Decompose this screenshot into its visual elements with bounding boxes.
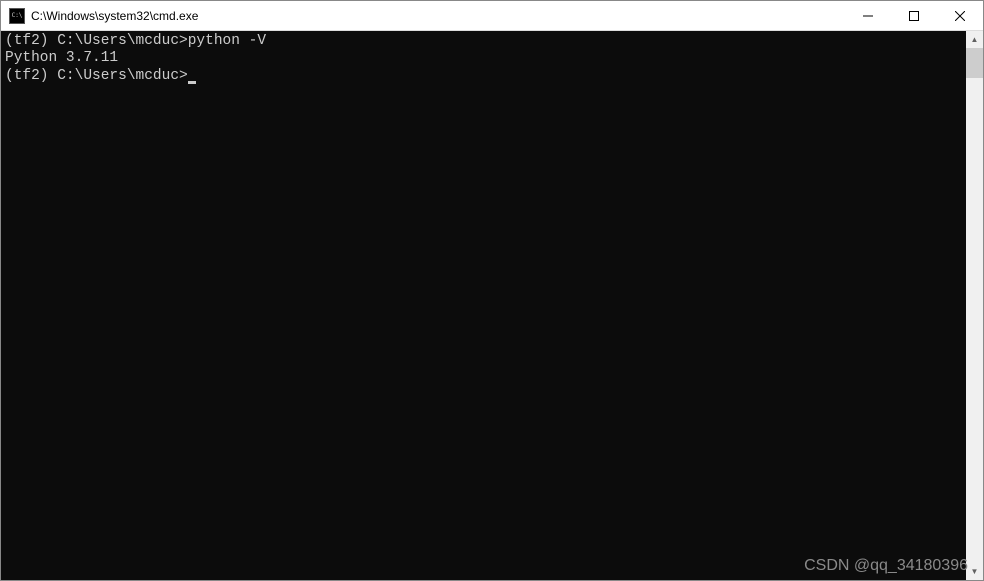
chevron-down-icon: ▼ [971,567,979,576]
titlebar[interactable]: C:\ C:\Windows\system32\cmd.exe [1,1,983,31]
minimize-icon [863,11,873,21]
cmd-window: C:\ C:\Windows\system32\cmd.exe (tf2) C:… [0,0,984,581]
prompt: (tf2) C:\Users\mcduc> [5,68,188,84]
cursor [188,81,196,84]
command-text: python -V [188,33,266,49]
scroll-thumb[interactable] [966,48,983,78]
chevron-up-icon: ▲ [971,35,979,44]
terminal-output[interactable]: (tf2) C:\Users\mcduc>python -VPython 3.7… [1,31,966,580]
terminal-line: Python 3.7.11 [5,50,962,67]
minimize-button[interactable] [845,1,891,30]
terminal-line: (tf2) C:\Users\mcduc>python -V [5,33,962,50]
cmd-icon: C:\ [9,8,25,24]
maximize-button[interactable] [891,1,937,30]
scroll-up-button[interactable]: ▲ [966,31,983,48]
window-title: C:\Windows\system32\cmd.exe [31,9,845,23]
close-icon [955,11,965,21]
window-controls [845,1,983,30]
prompt: (tf2) C:\Users\mcduc> [5,33,188,49]
content-area: (tf2) C:\Users\mcduc>python -VPython 3.7… [1,31,983,580]
maximize-icon [909,11,919,21]
scroll-down-button[interactable]: ▼ [966,563,983,580]
close-button[interactable] [937,1,983,30]
terminal-line: (tf2) C:\Users\mcduc> [5,68,962,85]
vertical-scrollbar[interactable]: ▲ ▼ [966,31,983,580]
